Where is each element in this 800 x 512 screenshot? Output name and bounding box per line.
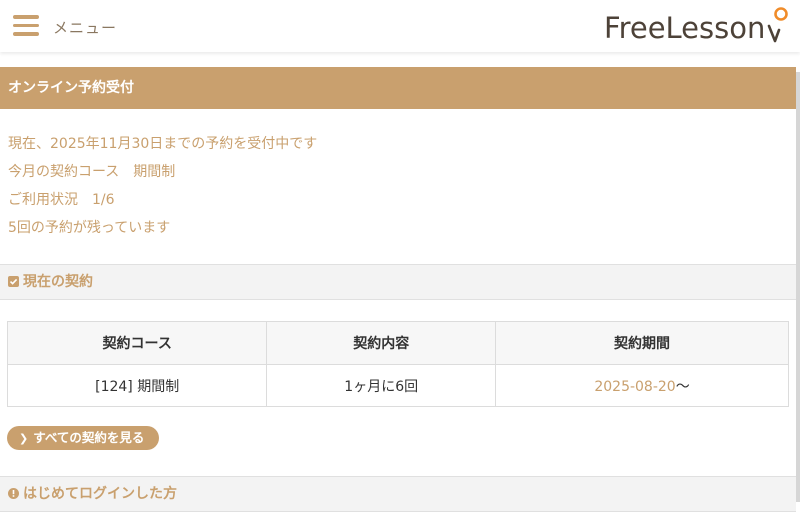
- info-circle-icon: [8, 488, 19, 499]
- column-header-course: 契約コース: [6, 321, 268, 365]
- info-current-course: 今月の契約コース 期間制: [8, 164, 176, 180]
- period-suffix: 〜: [675, 378, 690, 395]
- view-all-contracts-label: すべての契約を見る: [33, 430, 145, 445]
- first-login-heading-text: はじめてログインした方: [23, 486, 177, 502]
- menu-label[interactable]: メニュー: [53, 17, 117, 38]
- info-reservation-period: 現在、2025年11月30日までの予約を受付中です: [8, 136, 318, 152]
- period-start-link[interactable]: 2025-08-20: [594, 379, 675, 395]
- info-remaining-reservations: 5回の予約が残っています: [8, 220, 171, 236]
- cell-course: [124] 期間制: [6, 364, 268, 407]
- current-contract-heading-text: 現在の契約: [23, 274, 93, 290]
- scrollbar[interactable]: [796, 72, 800, 502]
- contracts-table: 契約コース 契約内容 契約期間 [124] 期間制 1ヶ月に6回 2025-08…: [6, 321, 789, 407]
- chevron-right-icon: ❯: [19, 432, 29, 445]
- cell-content: 1ヶ月に6回: [266, 364, 497, 407]
- reservation-info: 現在、2025年11月30日までの予約を受付中です 今月の契約コース 期間制 ご…: [8, 134, 317, 246]
- logo-text: FreeLesson: [604, 11, 766, 45]
- cell-period: 2025-08-20〜: [495, 364, 789, 407]
- check-square-icon: [8, 276, 19, 287]
- column-header-content: 契約内容: [266, 321, 497, 365]
- freelesson-logo[interactable]: FreeLesson: [604, 6, 790, 48]
- hamburger-menu-icon[interactable]: [13, 15, 39, 37]
- current-contract-heading: 現在の契約: [0, 264, 796, 300]
- info-usage-status: ご利用状況 1/6: [8, 192, 115, 208]
- app-header: メニュー FreeLesson: [0, 0, 800, 52]
- table-row: [124] 期間制 1ヶ月に6回 2025-08-20〜: [6, 364, 789, 407]
- logo-mark-icon: [767, 7, 788, 43]
- view-all-contracts-button[interactable]: ❯ すべての契約を見る: [7, 426, 159, 450]
- online-reservation-banner: オンライン予約受付: [0, 67, 796, 109]
- table-header-row: 契約コース 契約内容 契約期間: [6, 321, 789, 365]
- column-header-period: 契約期間: [495, 321, 789, 365]
- first-login-heading: はじめてログインした方: [0, 476, 796, 512]
